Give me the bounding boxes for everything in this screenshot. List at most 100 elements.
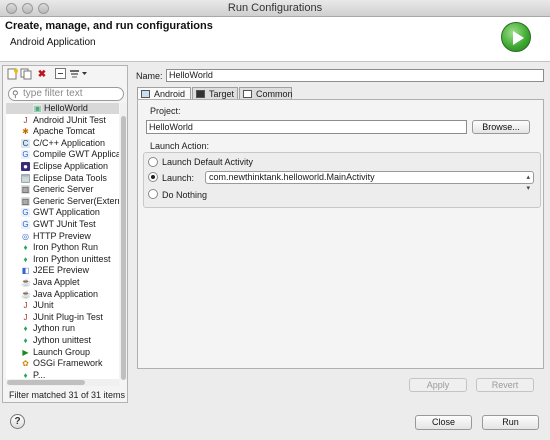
window-titlebar: Run Configurations xyxy=(0,0,550,17)
python-icon: ♦ xyxy=(21,324,30,334)
tree-item-label: Launch Group xyxy=(33,346,91,357)
activity-select-value: com.newthinktank.helloworld.MainActivity xyxy=(209,172,375,182)
tree-item[interactable]: ✿ OSGi Framework xyxy=(6,358,119,369)
tree-horizontal-scroll-thumb[interactable] xyxy=(7,380,85,385)
filter-placeholder: type filter text xyxy=(23,88,83,99)
tree-item-label: Java Application xyxy=(33,288,99,299)
tree-item[interactable]: ▥ Generic Server xyxy=(6,184,119,195)
tree-item[interactable]: ◧ J2EE Preview xyxy=(6,265,119,276)
tree-item-label: Eclipse Data Tools xyxy=(33,172,107,183)
do-nothing-radio[interactable] xyxy=(148,189,158,199)
tree-item[interactable]: ☕ Java Application xyxy=(6,289,119,300)
duplicate-icon[interactable] xyxy=(20,68,32,82)
tree-vertical-scroll-thumb[interactable] xyxy=(121,116,126,380)
project-field[interactable]: HelloWorld xyxy=(146,120,467,134)
data-tools-icon: ▤ xyxy=(21,173,30,183)
osgi-icon: ✿ xyxy=(21,359,30,369)
filter-input[interactable]: ⚲ type filter text xyxy=(8,87,124,101)
tree-item-label: HTTP Preview xyxy=(33,230,91,241)
target-tab-icon xyxy=(196,90,205,98)
filter-dropdown-icon[interactable] xyxy=(69,68,89,82)
tree-item[interactable]: ☕ Java Applet xyxy=(6,277,119,288)
zoom-window-icon[interactable] xyxy=(38,3,49,14)
tree-item[interactable]: J JUnit xyxy=(6,300,119,311)
name-field[interactable]: HelloWorld xyxy=(166,69,544,82)
launch-default-label: Launch Default Activity xyxy=(162,157,254,167)
c-app-icon: C xyxy=(21,138,30,148)
launch-action-group: Launch Default Activity Launch: com.newt… xyxy=(143,152,541,208)
tree-item-label: Jython run xyxy=(33,323,76,334)
junit-icon: J xyxy=(21,312,30,322)
tree-item[interactable]: ◎ HTTP Preview xyxy=(6,231,119,242)
header-title: Create, manage, and run configurations xyxy=(5,20,213,32)
apply-button[interactable]: Apply xyxy=(409,378,467,392)
filter-status: Filter matched 31 of 31 items xyxy=(9,390,126,400)
chevron-updown-icon: ▴ ▾ xyxy=(526,174,530,192)
tree-item-label: JUnit Plug-in Test xyxy=(33,311,103,322)
junit-icon: J xyxy=(21,301,30,311)
tab-common-label: Common xyxy=(256,89,293,99)
tab-target-label: Target xyxy=(209,89,235,99)
gwt-icon: G xyxy=(21,150,30,160)
tree-item-label: P... xyxy=(33,369,46,379)
activity-select[interactable]: com.newthinktank.helloworld.MainActivity… xyxy=(205,171,534,192)
tree-item[interactable]: ▶ Launch Group xyxy=(6,347,119,358)
run-icon xyxy=(501,22,531,52)
tree-item-label: OSGi Framework xyxy=(33,358,103,369)
configuration-tree: ▣ HelloWorld J Android JUnit Test ✱ Apache To… xyxy=(6,103,119,379)
new-configuration-icon[interactable] xyxy=(6,68,18,82)
run-button[interactable]: Run xyxy=(482,415,539,430)
tree-item[interactable]: J JUnit Plug-in Test xyxy=(6,312,119,323)
delete-icon[interactable]: ✖ xyxy=(36,68,48,82)
configurations-panel: ✖ ⚲ type filter text ▣ HelloWorld J Android… xyxy=(2,65,128,403)
tree-item[interactable]: G GWT Application xyxy=(6,207,119,218)
launch-activity-radio[interactable] xyxy=(148,172,158,182)
help-icon[interactable]: ? xyxy=(10,414,25,429)
tree-item[interactable]: G GWT JUnit Test xyxy=(6,219,119,230)
tree-item-label: JUnit xyxy=(33,300,54,311)
python-icon: ♦ xyxy=(21,243,30,253)
tree-item[interactable]: ▣ HelloWorld xyxy=(6,103,119,114)
server-icon: ▥ xyxy=(21,185,30,195)
launch-default-radio[interactable] xyxy=(148,157,158,167)
tree-item[interactable]: ♦ Jython run xyxy=(6,323,119,334)
tree-item[interactable]: J Android JUnit Test xyxy=(6,115,119,126)
browse-button[interactable]: Browse... xyxy=(472,120,530,134)
tree-item[interactable]: ♦ Iron Python Run xyxy=(6,242,119,253)
server-icon: ▥ xyxy=(21,196,30,206)
launch-group-icon: ▶ xyxy=(21,347,30,357)
tree-item-label: J2EE Preview xyxy=(33,265,90,276)
junit-icon: J xyxy=(21,115,30,125)
tree-item-label: Iron Python unittest xyxy=(33,253,111,264)
tree-item[interactable]: ♦ Jython unittest xyxy=(6,335,119,346)
tree-item-label: C/C++ Application xyxy=(33,137,106,148)
collapse-all-icon[interactable] xyxy=(54,68,66,82)
tree-item[interactable]: ▤ Eclipse Data Tools xyxy=(6,173,119,184)
tree-item-label: GWT JUnit Test xyxy=(33,219,96,229)
gwt-icon: G xyxy=(21,220,30,229)
android-tab-icon xyxy=(141,90,150,98)
tree-item-label: Generic Server(Externa xyxy=(33,195,119,206)
tree-item[interactable]: ▥ Generic Server(Externa xyxy=(6,196,119,207)
gwt-icon: G xyxy=(21,208,30,218)
tree-item[interactable]: ♦ P... xyxy=(6,370,119,379)
tree-item[interactable]: G Compile GWT Applicati xyxy=(6,149,119,160)
configuration-editor: Name: HelloWorld Android Target Common P… xyxy=(131,65,546,403)
tree-item-label: Eclipse Application xyxy=(33,161,109,171)
j2ee-icon: ◧ xyxy=(21,266,30,276)
tree-item[interactable]: ✱ Apache Tomcat xyxy=(6,126,119,137)
tree-item-label: Java Applet xyxy=(33,277,80,287)
minimize-window-icon[interactable] xyxy=(22,3,33,14)
close-button[interactable]: Close xyxy=(415,415,472,430)
revert-button[interactable]: Revert xyxy=(476,378,534,392)
eclipse-icon: ● xyxy=(21,162,30,171)
java-icon: ☕ xyxy=(21,289,31,299)
launch-activity-label: Launch: xyxy=(162,173,195,183)
tree-item[interactable]: C C/C++ Application xyxy=(6,138,119,149)
common-tab-icon xyxy=(243,90,252,98)
close-window-icon[interactable] xyxy=(6,3,17,14)
tree-item-label: Android JUnit Test xyxy=(33,114,106,125)
tree-item[interactable]: ● Eclipse Application xyxy=(6,161,119,172)
tree-item-label: Iron Python Run xyxy=(33,242,99,253)
tree-item[interactable]: ♦ Iron Python unittest xyxy=(6,254,119,265)
